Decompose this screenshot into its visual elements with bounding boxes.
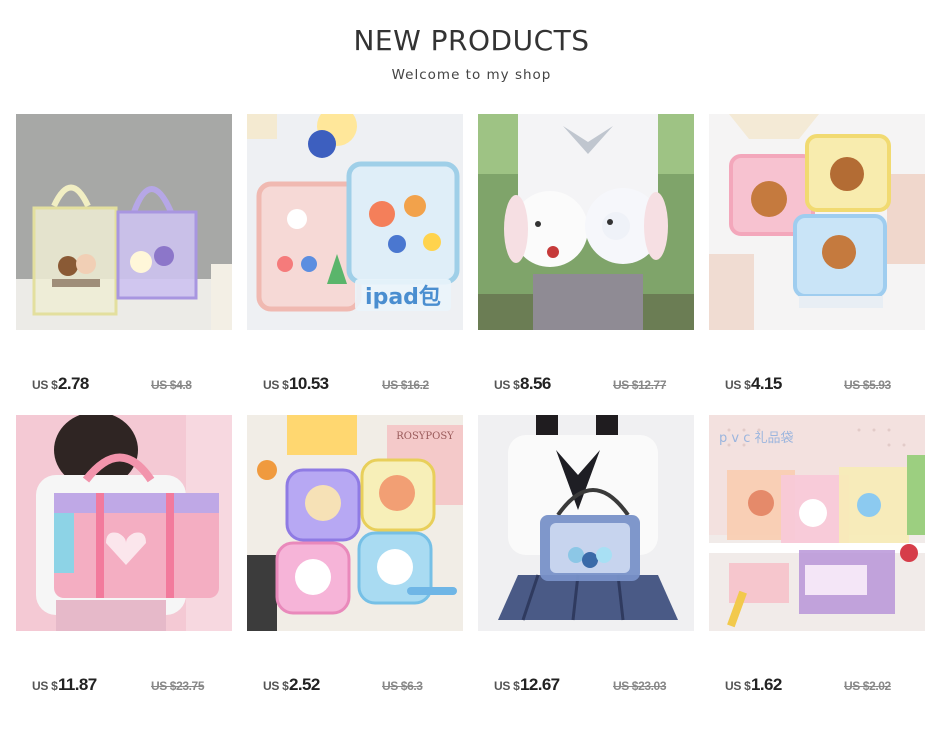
price-row: US $ 8.56 US $12.77 [494, 372, 694, 394]
sale-price: 2.52 [289, 675, 320, 694]
product-card[interactable]: US $ 11.87 US $23.75 [16, 415, 232, 716]
product-card[interactable]: p v c 礼品袋 US $ 1.62 US $2.02 [709, 415, 925, 716]
product-grid: US $ 2.78 US $4.8 ipad包 US $ 10.53 US $1… [16, 114, 927, 716]
product-image-heart-school-bag[interactable] [16, 415, 232, 631]
product-image-clear-shoulder-bag[interactable] [478, 415, 694, 631]
section-title: NEW PRODUCTS [353, 24, 590, 57]
product-image-plush-bunny-backpack[interactable] [478, 114, 694, 330]
product-card[interactable]: US $ 8.56 US $12.77 [478, 114, 694, 415]
sale-price: 1.62 [751, 675, 782, 694]
currency-label: US $ [263, 679, 289, 693]
original-price: US $5.93 [844, 378, 891, 392]
original-price: US $16.2 [382, 378, 429, 392]
sale-price: 10.53 [289, 374, 329, 393]
price-row: US $ 1.62 US $2.02 [725, 673, 925, 695]
price-row: US $ 12.67 US $23.03 [494, 673, 694, 695]
sale-price: 4.15 [751, 374, 782, 393]
price-row: US $ 11.87 US $23.75 [32, 673, 232, 695]
currency-label: US $ [263, 378, 289, 392]
original-price: US $23.03 [613, 679, 667, 693]
original-price: US $2.02 [844, 679, 891, 693]
product-image-pvc-gift-bags[interactable]: p v c 礼品袋 [709, 415, 925, 631]
product-card[interactable]: US $ 2.78 US $4.8 [16, 114, 232, 415]
sale-price: 11.87 [58, 675, 97, 694]
section-subtitle: Welcome to my shop [391, 67, 552, 83]
currency-label: US $ [32, 378, 58, 392]
sale-price: 8.56 [520, 374, 551, 393]
price-row: US $ 4.15 US $5.93 [725, 372, 925, 394]
sale-price: 12.67 [520, 675, 560, 694]
product-image-ipad-sleeves[interactable]: ipad包 [247, 114, 463, 330]
currency-label: US $ [494, 679, 520, 693]
product-card[interactable]: ROSYPOSY US $ 2.52 US $6.3 [247, 415, 463, 716]
original-price: US $4.8 [151, 378, 192, 392]
original-price: US $6.3 [382, 679, 423, 693]
product-image-bear-pouches[interactable] [709, 114, 925, 330]
product-card[interactable]: ipad包 US $ 10.53 US $16.2 [247, 114, 463, 415]
image-caption: ipad包 [365, 284, 441, 310]
original-price: US $12.77 [613, 378, 667, 392]
product-card[interactable]: US $ 4.15 US $5.93 [709, 114, 925, 415]
image-caption: p v c 礼品袋 [719, 430, 794, 446]
product-card[interactable]: US $ 12.67 US $23.03 [478, 415, 694, 716]
sale-price: 2.78 [58, 374, 89, 393]
price-row: US $ 10.53 US $16.2 [263, 372, 463, 394]
original-price: US $23.75 [151, 679, 205, 693]
currency-label: US $ [494, 378, 520, 392]
currency-label: US $ [725, 378, 751, 392]
currency-label: US $ [725, 679, 751, 693]
currency-label: US $ [32, 679, 58, 693]
price-row: US $ 2.52 US $6.3 [263, 673, 463, 695]
product-image-coin-purses[interactable]: ROSYPOSY [247, 415, 463, 631]
product-image-mesh-tote-bags[interactable] [16, 114, 232, 330]
image-caption: ROSYPOSY [396, 431, 454, 442]
price-row: US $ 2.78 US $4.8 [32, 372, 232, 394]
